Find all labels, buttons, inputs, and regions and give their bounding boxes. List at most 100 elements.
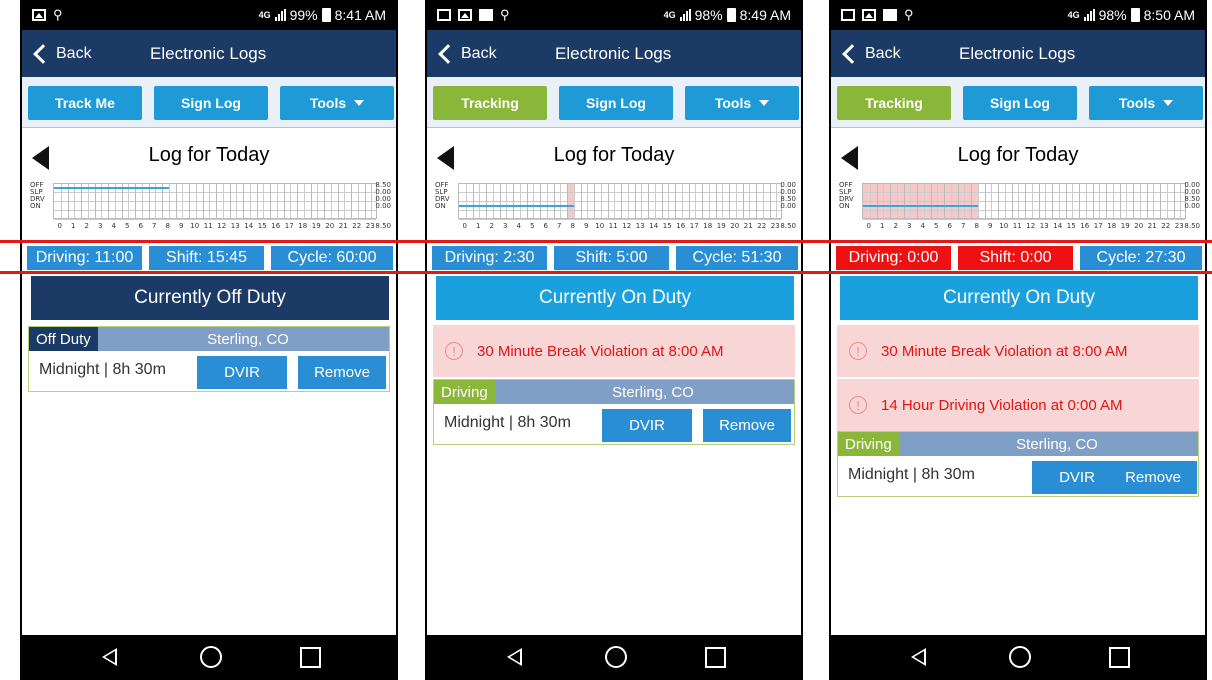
duty-status-button[interactable]: Currently On Duty [840,276,1198,320]
android-recents-icon[interactable] [1109,647,1130,668]
remove-button[interactable]: Remove [703,409,791,442]
remove-button[interactable]: Remove [298,356,386,389]
grid-column [896,184,898,218]
driving-badge: Driving: 0:00 [836,246,951,270]
battery-percent: 98% [694,7,723,23]
dvir-button[interactable]: DVIR [602,409,692,442]
grid-column [168,184,170,218]
grid-column [957,184,959,218]
status-bar: ⚲ 4G 99% 8:41 AM [22,0,396,30]
android-back-icon[interactable] [507,648,522,666]
tracking-label: Tracking [865,95,923,111]
grid-row [459,184,781,193]
hour-label: 19 [1120,222,1130,230]
sign-log-button[interactable]: Sign Log [559,86,673,120]
grid-column [371,184,373,218]
hour-label: 6 [947,222,952,230]
hour-label: 10 [595,222,605,230]
battery-icon [1130,8,1140,22]
entry-header: Off Duty Sterling, CO [29,327,389,351]
white-square-icon [479,9,493,21]
grid-column [600,184,602,218]
sign-log-label: Sign Log [586,95,646,111]
entry-header: Driving Sterling, CO [434,380,794,404]
grid-column [708,184,710,218]
grid-column [1166,184,1168,218]
hour-label: 3 [503,222,508,230]
grid-column [364,184,366,218]
hour-label: 16 [676,222,686,230]
sign-log-label: Sign Log [990,95,1050,111]
hour-label: 13 [635,222,645,230]
grid-chart [862,183,1186,220]
signal-icon [679,9,691,21]
tracking-button[interactable]: Tracking [433,86,547,120]
tools-label: Tools [309,95,347,111]
grid-column [668,184,670,218]
grid-sum: 8.50 [1184,222,1200,230]
android-recents-icon[interactable] [300,647,321,668]
grid-hour-labels: 0 1 2 3 4 5 6 7 8 9 10 11 12 13 14 15 16 17 18 19 20 21 22 23 [458,222,782,231]
back-button[interactable]: Back [427,43,555,64]
android-back-icon[interactable] [102,648,117,666]
back-label: Back [865,44,901,62]
hour-label: 21 [1147,222,1157,230]
hour-label: 17 [284,222,294,230]
grid-column [81,184,82,218]
grid-hour-labels: 0 1 2 3 4 5 6 7 8 9 10 11 12 13 14 15 16 17 18 19 20 21 22 23 [53,222,377,231]
hour-label: 5 [934,222,939,230]
log-grid: OFF SLP DRV ON 8.50 0.00 0.00 0.00 01234… [30,182,391,234]
tools-dropdown[interactable]: Tools [685,86,799,120]
grid-hour-labels: 0 1 2 3 4 5 6 7 8 9 10 11 12 13 14 15 16 17 18 19 20 21 22 23 [862,222,1186,231]
highlight-line-bottom [0,271,1212,274]
hour-label: 12 [1026,222,1036,230]
duty-status-button[interactable]: Currently Off Duty [31,276,389,320]
tools-dropdown[interactable]: Tools [1089,86,1203,120]
grid-column [621,184,622,218]
hour-label: 12 [217,222,227,230]
android-nav-bar [831,635,1205,680]
duty-status-button[interactable]: Currently On Duty [436,276,794,320]
hour-label: 10 [999,222,1009,230]
entry-location: Sterling, CO [1016,435,1098,453]
grid-column [1173,184,1175,218]
grid-column [1038,184,1040,218]
hour-label: 21 [743,222,753,230]
violation-text: 30 Minute Break Violation at 8:00 AM [881,342,1128,360]
dvir-button[interactable]: DVIR [197,356,287,389]
usb-icon: ⚲ [53,7,63,22]
hour-label: 9 [988,222,993,230]
row-label-on: ON [839,202,850,210]
grid-column [917,184,918,218]
android-home-icon[interactable] [200,646,222,668]
grid-column [587,184,589,218]
grid-row [54,211,376,220]
hour-label: 0 [462,222,467,230]
grid-column [546,184,548,218]
android-home-icon[interactable] [605,646,627,668]
hour-label: 8 [165,222,170,230]
sign-log-button[interactable]: Sign Log [963,86,1077,120]
tools-dropdown[interactable]: Tools [280,86,394,120]
row-label-on: ON [30,202,41,210]
back-button[interactable]: Back [831,43,959,64]
hour-label: 11 [1012,222,1022,230]
android-back-icon[interactable] [911,648,926,666]
track-me-button[interactable]: Track Me [28,86,142,120]
remove-button[interactable]: Remove [1109,461,1197,494]
android-home-icon[interactable] [1009,646,1031,668]
entry-header: Driving Sterling, CO [838,432,1198,456]
back-button[interactable]: Back [22,43,150,64]
tracking-button[interactable]: Tracking [837,86,951,120]
grid-column [1106,184,1107,218]
grid-row [863,193,1185,202]
grid-column [553,184,555,218]
grid-column [121,184,123,218]
hour-label: 1 [71,222,76,230]
hour-label: 15 [662,222,672,230]
status-bar: ⚲ 4G 98% 8:49 AM [427,0,801,30]
android-recents-icon[interactable] [705,647,726,668]
signal-icon [274,9,286,21]
hour-label: 14 [1053,222,1063,230]
sign-log-button[interactable]: Sign Log [154,86,268,120]
